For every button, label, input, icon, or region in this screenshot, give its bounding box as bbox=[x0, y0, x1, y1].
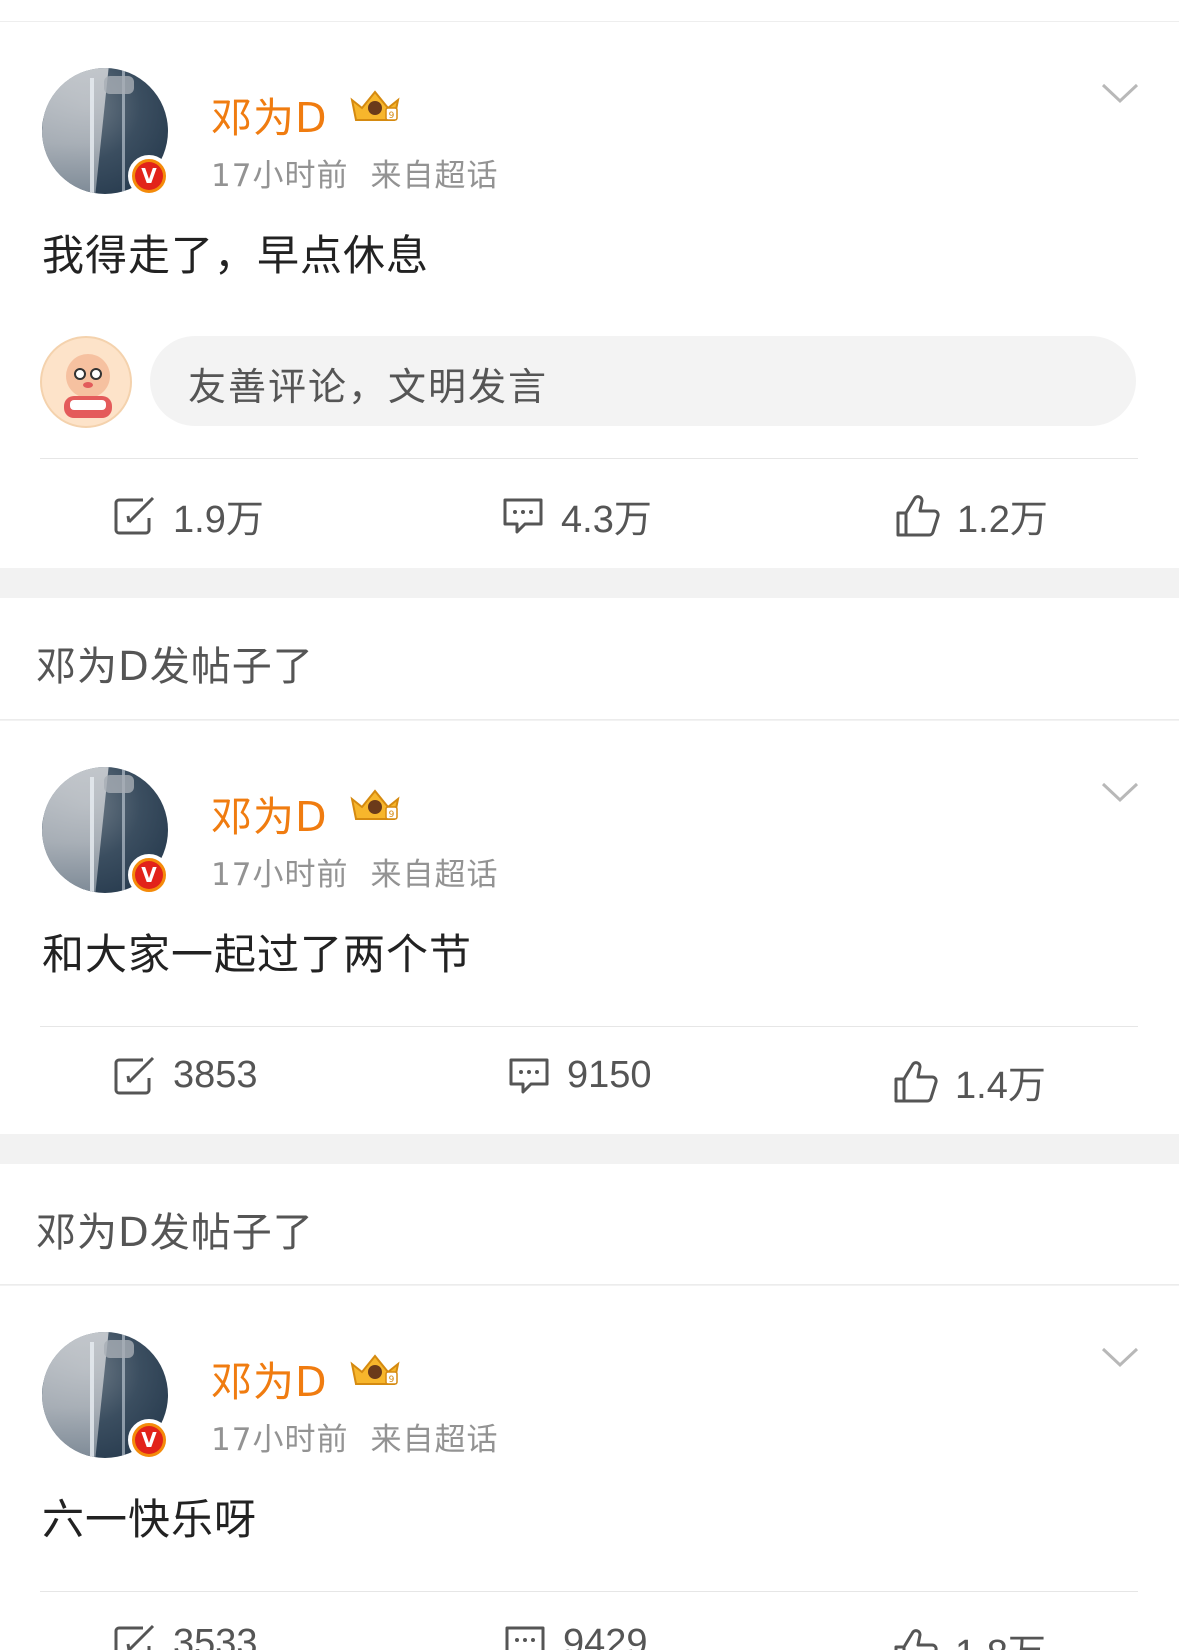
like-button[interactable]: 1.4万 bbox=[893, 1054, 1046, 1109]
post-meta: 17小时前 来自超话 bbox=[211, 849, 498, 894]
repost-count: 3533 bbox=[173, 1622, 258, 1650]
comment-placeholder: 友善评论，文明发言 bbox=[188, 365, 549, 409]
my-avatar bbox=[40, 336, 132, 428]
comment-icon bbox=[505, 1626, 545, 1650]
crown-level-icon: 9 bbox=[350, 1354, 400, 1385]
post-card-3: V 邓为D 9 17小时前来自超话 六一快乐呀 3533 9429 1.8万 bbox=[0, 1286, 1179, 1650]
post-time: 17小时前 bbox=[211, 158, 349, 194]
repost-button[interactable]: 3533 bbox=[113, 1622, 258, 1650]
post-meta: 17小时前 来自超话 bbox=[211, 150, 498, 195]
post-time: 17小时前 bbox=[211, 1422, 349, 1458]
like-count: 1.4万 bbox=[955, 1065, 1046, 1107]
author-name[interactable]: 邓为D bbox=[211, 783, 328, 843]
chevron-down-icon[interactable] bbox=[1101, 781, 1139, 803]
svg-text:9: 9 bbox=[389, 111, 395, 121]
chevron-down-icon[interactable] bbox=[1101, 1346, 1139, 1368]
repost-icon bbox=[114, 496, 155, 534]
like-count: 1.2万 bbox=[957, 499, 1048, 541]
repost-button[interactable]: 1.9万 bbox=[113, 488, 264, 543]
crown-level-icon: 9 bbox=[350, 789, 400, 820]
repost-count: 3853 bbox=[173, 1054, 258, 1096]
comment-count: 9429 bbox=[563, 1622, 648, 1650]
divider bbox=[40, 1026, 1138, 1027]
verified-badge-icon: V bbox=[128, 854, 170, 896]
section-header: 邓为D发帖子了 bbox=[0, 598, 1179, 720]
section-header: 邓为D发帖子了 bbox=[0, 1164, 1179, 1285]
comment-button[interactable]: 4.3万 bbox=[501, 488, 652, 543]
post-source[interactable]: 来自超话 bbox=[370, 857, 498, 893]
section-header-text: 邓为D发帖子了 bbox=[36, 644, 314, 690]
svg-text:9: 9 bbox=[389, 1375, 395, 1385]
divider bbox=[40, 458, 1138, 459]
like-button[interactable]: 1.8万 bbox=[893, 1622, 1046, 1650]
like-button[interactable]: 1.2万 bbox=[895, 488, 1048, 543]
author-name[interactable]: 邓为D bbox=[211, 84, 328, 144]
top-separator bbox=[0, 0, 1179, 22]
crown-level-icon: 9 bbox=[350, 90, 400, 121]
post-meta: 17小时前 来自超话 bbox=[211, 1414, 498, 1459]
divider bbox=[40, 1591, 1138, 1592]
repost-button[interactable]: 3853 bbox=[113, 1054, 258, 1097]
comment-icon bbox=[503, 498, 543, 533]
comment-button[interactable]: 9150 bbox=[507, 1054, 652, 1097]
post-card-2: V 邓为D 9 17小时前 来自超话 和大家一起过了两个节 3853 9150 1… bbox=[0, 721, 1179, 1134]
repost-icon bbox=[114, 1624, 155, 1650]
post-content: 和大家一起过了两个节 bbox=[42, 930, 473, 979]
post-source[interactable]: 来自超话 bbox=[370, 158, 498, 194]
repost-icon bbox=[114, 1056, 155, 1094]
verified-badge-icon: V bbox=[128, 155, 170, 197]
post-content: 我得走了，早点休息 bbox=[42, 231, 430, 280]
svg-text:9: 9 bbox=[389, 810, 395, 820]
comment-icon bbox=[509, 1058, 549, 1093]
post-time: 17小时前 bbox=[211, 857, 349, 893]
post-source[interactable]: 来自超话 bbox=[370, 1422, 498, 1458]
comment-input[interactable]: 友善评论，文明发言 bbox=[150, 336, 1136, 426]
like-icon bbox=[896, 494, 940, 536]
author-name[interactable]: 邓为D bbox=[211, 1348, 328, 1408]
like-icon bbox=[894, 1628, 938, 1650]
comment-button[interactable]: 9429 bbox=[503, 1622, 648, 1650]
comment-count: 4.3万 bbox=[561, 499, 652, 541]
repost-count: 1.9万 bbox=[173, 499, 264, 541]
section-header-text: 邓为D发帖子了 bbox=[36, 1210, 314, 1256]
like-count: 1.8万 bbox=[955, 1622, 1046, 1650]
verified-badge-icon: V bbox=[128, 1419, 170, 1461]
like-icon bbox=[894, 1060, 938, 1102]
post-content: 六一快乐呀 bbox=[42, 1495, 258, 1544]
chevron-down-icon[interactable] bbox=[1101, 82, 1139, 104]
post-card-1: V 邓为D 9 17小时前 来自超话 我得走了，早点休息 友善评论，文明发言 1.… bbox=[0, 22, 1179, 568]
comment-count: 9150 bbox=[567, 1054, 652, 1096]
